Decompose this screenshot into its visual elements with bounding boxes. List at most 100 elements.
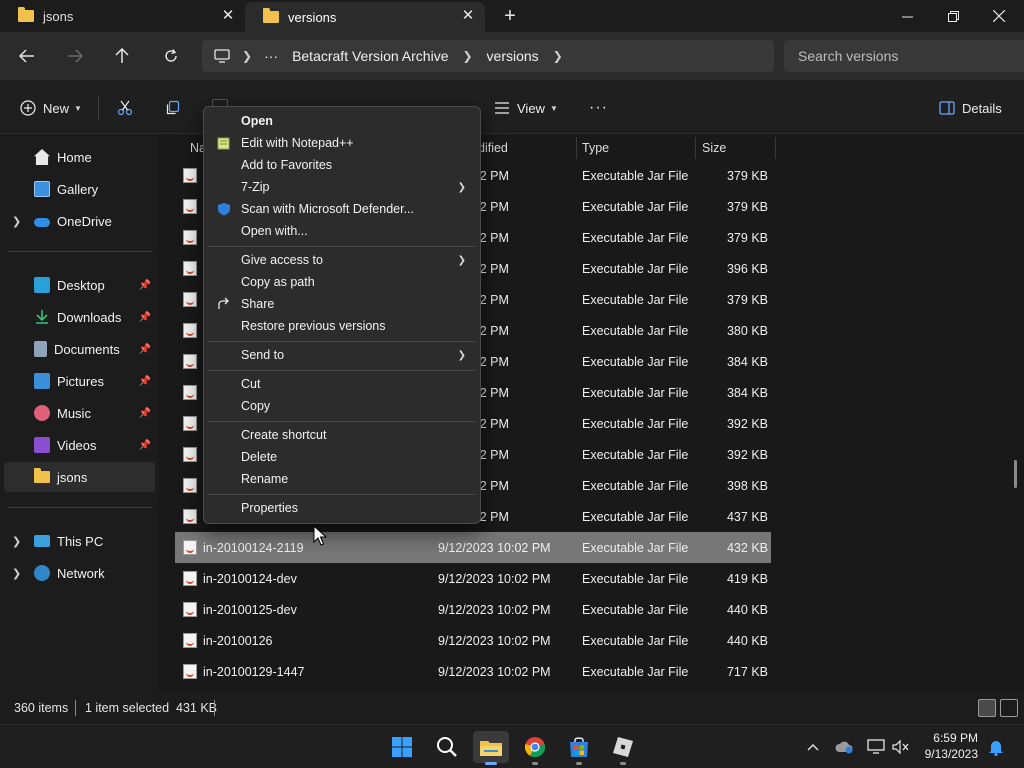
notification-bell-icon[interactable] <box>986 737 1006 757</box>
new-button[interactable]: New ▼ <box>20 97 82 119</box>
jar-file-icon <box>183 168 197 183</box>
chrome-taskbar-button[interactable] <box>517 731 553 765</box>
chevron-right-icon: ❯ <box>462 49 473 63</box>
pin-icon[interactable]: 📌 <box>139 440 151 451</box>
column-header-type[interactable]: Type <box>574 135 609 161</box>
sidebar-item-this-pc[interactable]: ❯ This PC <box>4 526 155 556</box>
divider <box>214 700 215 716</box>
table-row[interactable]: in-20100124-dev 9/12/2023 10:02 PM Executa… <box>175 563 771 594</box>
chevron-right-icon[interactable]: ❯ <box>12 215 21 228</box>
menu-item-share[interactable]: Share <box>208 293 476 315</box>
tab-versions[interactable]: versions ✕ <box>245 2 485 32</box>
up-button[interactable] <box>108 44 136 68</box>
file-explorer-taskbar-button[interactable] <box>473 731 509 765</box>
volume-muted-icon[interactable] <box>891 737 911 757</box>
column-header-size[interactable]: Size <box>694 135 726 161</box>
forward-button[interactable] <box>61 44 89 68</box>
sidebar-item-network[interactable]: ❯ Network <box>4 558 155 588</box>
menu-item-scan-defender[interactable]: Scan with Microsoft Defender... <box>208 198 476 220</box>
search-input[interactable]: Search versions <box>784 40 1024 72</box>
menu-item-open[interactable]: Open <box>208 110 476 132</box>
display-tray-icon[interactable] <box>866 737 886 757</box>
pin-icon[interactable]: 📌 <box>139 280 151 291</box>
sidebar-item-videos[interactable]: Videos 📌 <box>4 430 155 460</box>
folder-icon <box>34 468 50 485</box>
menu-item-add-favorites[interactable]: Add to Favorites <box>208 154 476 176</box>
pin-icon[interactable]: 📌 <box>139 344 151 355</box>
onedrive-tray-icon[interactable] <box>834 737 854 757</box>
menu-item-copy-as-path[interactable]: Copy as path <box>208 271 476 293</box>
refresh-button[interactable] <box>157 44 185 68</box>
sidebar-item-music[interactable]: Music 📌 <box>4 398 155 428</box>
menu-item-give-access[interactable]: Give access to ❯ <box>208 249 476 271</box>
sidebar-item-pictures[interactable]: Pictures 📌 <box>4 366 155 396</box>
sidebar-item-documents[interactable]: Documents 📌 <box>4 334 155 364</box>
sidebar-item-downloads[interactable]: Downloads 📌 <box>4 302 155 332</box>
menu-divider <box>208 421 476 422</box>
sidebar-item-label: Music <box>57 405 91 421</box>
more-options-button[interactable]: ··· <box>589 97 608 119</box>
new-tab-button[interactable]: + <box>498 6 522 26</box>
roblox-taskbar-button[interactable] <box>605 731 641 765</box>
copy-button[interactable] <box>165 97 181 119</box>
menu-item-7zip[interactable]: 7-Zip ❯ <box>208 176 476 198</box>
pin-icon[interactable]: 📌 <box>139 312 151 323</box>
menu-item-send-to[interactable]: Send to ❯ <box>208 344 476 366</box>
scrollbar-thumb[interactable] <box>1014 460 1017 488</box>
sidebar-item-label: Home <box>57 149 92 165</box>
sidebar-item-jsons[interactable]: jsons <box>4 462 155 492</box>
pin-icon[interactable]: 📌 <box>139 408 151 419</box>
share-icon <box>216 296 232 312</box>
menu-item-edit-notepad[interactable]: Edit with Notepad++ <box>208 132 476 154</box>
sidebar-item-home[interactable]: Home <box>4 142 155 172</box>
table-row[interactable]: in-20100126 9/12/2023 10:02 PM Executable … <box>175 625 771 656</box>
breadcrumb-versions[interactable]: versions <box>487 48 539 64</box>
chevron-right-icon[interactable]: ❯ <box>12 535 21 548</box>
date-modified-cell: 9/12/2023 10:02 PM <box>438 572 551 586</box>
menu-item-copy[interactable]: Copy <box>208 395 476 417</box>
menu-item-open-with[interactable]: Open with... <box>208 220 476 242</box>
search-taskbar-button[interactable] <box>429 731 465 763</box>
column-divider[interactable] <box>775 137 776 159</box>
cut-button[interactable] <box>117 97 133 119</box>
close-tab-icon[interactable]: ✕ <box>461 8 475 23</box>
menu-item-rename[interactable]: Rename <box>208 468 476 490</box>
breadcrumb-archive[interactable]: Betacraft Version Archive <box>292 48 448 64</box>
sidebar-item-gallery[interactable]: Gallery <box>4 174 155 204</box>
menu-item-cut[interactable]: Cut <box>208 373 476 395</box>
table-row[interactable]: in-20100129-1447 9/12/2023 10:02 PM Execut… <box>175 656 771 687</box>
back-button[interactable] <box>13 44 41 68</box>
table-row[interactable]: in-20100125-dev 9/12/2023 10:02 PM Executa… <box>175 594 771 625</box>
chevron-up-icon[interactable] <box>803 737 823 757</box>
menu-item-properties[interactable]: Properties <box>208 497 476 519</box>
view-button[interactable]: View ▼ <box>494 97 558 119</box>
close-button[interactable] <box>976 0 1022 32</box>
menu-item-delete[interactable]: Delete <box>208 446 476 468</box>
sidebar-item-desktop[interactable]: Desktop 📌 <box>4 270 155 300</box>
refresh-icon <box>165 49 177 62</box>
close-tab-icon[interactable]: ✕ <box>221 8 235 23</box>
table-row[interactable]: in-20100124-2119 9/12/2023 10:02 PM Execut… <box>175 532 771 563</box>
address-bar[interactable]: ❯ ··· Betacraft Version Archive ❯ versio… <box>202 40 774 72</box>
sidebar-item-onedrive[interactable]: ❯ OneDrive <box>4 206 155 236</box>
tiles-view-toggle[interactable] <box>1000 699 1018 717</box>
file-type-cell: Executable Jar File <box>582 603 689 617</box>
taskbar-clock[interactable]: 6:59 PM 9/13/2023 <box>925 730 978 762</box>
menu-item-create-shortcut[interactable]: Create shortcut <box>208 424 476 446</box>
restore-button[interactable] <box>930 0 976 32</box>
start-button[interactable] <box>384 731 420 763</box>
chevron-right-icon[interactable]: ❯ <box>12 567 21 580</box>
file-size-cell: 432 KB <box>726 541 768 555</box>
pictures-icon <box>34 373 50 389</box>
plus-circle-icon <box>20 100 36 116</box>
store-taskbar-button[interactable] <box>561 731 597 765</box>
tab-jsons[interactable]: jsons ✕ <box>0 0 245 32</box>
breadcrumb-overflow[interactable]: ··· <box>264 48 278 64</box>
sidebar-item-label: Pictures <box>57 373 104 389</box>
view-label: View <box>517 100 545 116</box>
details-view-toggle[interactable] <box>978 699 996 717</box>
minimize-button[interactable] <box>884 0 930 32</box>
details-button[interactable]: Details <box>939 97 1002 119</box>
menu-item-restore-versions[interactable]: Restore previous versions <box>208 315 476 337</box>
pin-icon[interactable]: 📌 <box>139 376 151 387</box>
